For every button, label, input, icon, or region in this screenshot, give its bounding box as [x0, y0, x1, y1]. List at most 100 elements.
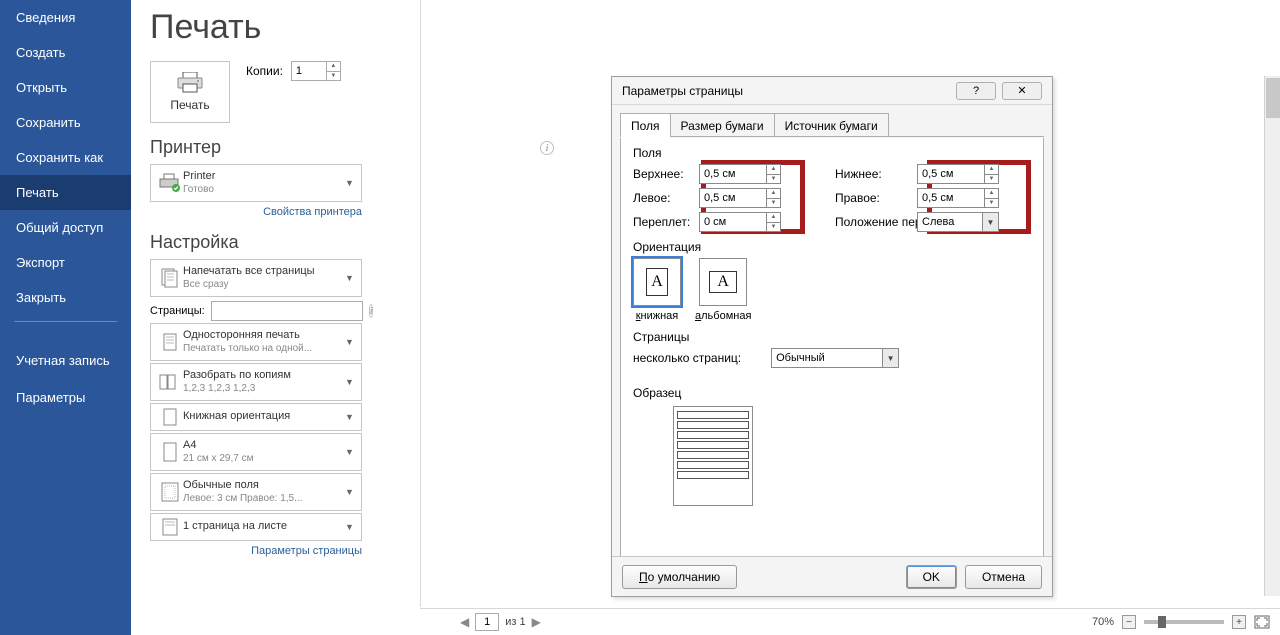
- settings-section-title: Настройка: [150, 232, 410, 253]
- pages-icon: [159, 267, 181, 289]
- chevron-down-icon: ▼: [345, 178, 357, 188]
- print-button-label: Печать: [170, 98, 209, 112]
- orientation-landscape[interactable]: A альбомная: [695, 258, 751, 322]
- gutter-pos-label: Положение переплета:: [795, 215, 917, 229]
- page-navigator: ◀ из 1 ▶: [460, 613, 541, 631]
- print-button[interactable]: Печать: [150, 61, 230, 123]
- pages-input[interactable]: [211, 301, 363, 321]
- zoom-out-button[interactable]: −: [1122, 615, 1136, 629]
- portrait-icon: [162, 407, 178, 427]
- sidebar-item-export[interactable]: Экспорт: [0, 245, 131, 280]
- sidebar-separator: [14, 321, 117, 322]
- sidebar-item-save[interactable]: Сохранить: [0, 105, 131, 140]
- dialog-tab-panel: Поля Верхнее: ▲▼ Нижнее: ▲▼ Левое: ▲▼ Пр…: [620, 138, 1044, 588]
- help-button[interactable]: ?: [956, 82, 996, 100]
- collate-icon: [158, 371, 182, 393]
- cancel-button[interactable]: Отмена: [965, 565, 1042, 589]
- multi-pages-label: несколько страниц:: [633, 351, 741, 365]
- sidebar-item-share[interactable]: Общий доступ: [0, 210, 131, 245]
- dialog-title: Параметры страницы: [622, 84, 743, 98]
- page-setup-dialog: Параметры страницы ? ✕ Поля Размер бумаг…: [611, 76, 1053, 597]
- margin-bottom-label: Нижнее:: [795, 167, 917, 181]
- margin-left-spinner[interactable]: ▲▼: [699, 188, 781, 208]
- print-what-dropdown[interactable]: Напечатать все страницыВсе сразу ▼: [150, 259, 362, 297]
- sidebar-item-print[interactable]: Печать: [0, 175, 131, 210]
- duplex-dropdown[interactable]: Односторонняя печатьПечатать только на о…: [150, 323, 362, 361]
- page-number-input[interactable]: [475, 613, 499, 631]
- zoom-controls: 70% − +: [1092, 615, 1270, 629]
- spin-down-icon[interactable]: ▼: [327, 72, 340, 81]
- gutter-pos-combo[interactable]: Слева▼: [917, 212, 999, 232]
- sidebar-item-open[interactable]: Открыть: [0, 70, 131, 105]
- sample-preview: [673, 406, 753, 506]
- single-side-icon: [159, 331, 181, 353]
- sidebar-item-saveas[interactable]: Сохранить как: [0, 140, 131, 175]
- sidebar-item-account[interactable]: Учетная запись: [0, 342, 131, 380]
- close-button[interactable]: ✕: [1002, 82, 1042, 100]
- chevron-down-icon: ▼: [345, 412, 357, 422]
- chevron-down-icon: ▼: [345, 522, 357, 532]
- zoom-slider[interactable]: [1144, 620, 1224, 624]
- sidebar-item-info[interactable]: Сведения: [0, 0, 131, 35]
- chevron-down-icon: ▼: [345, 377, 357, 387]
- margin-right-label: Правое:: [795, 191, 917, 205]
- default-button[interactable]: По умолчанию: [622, 565, 737, 589]
- page-setup-link[interactable]: Параметры страницы: [150, 545, 362, 557]
- per-sheet-icon: [161, 517, 179, 537]
- prev-page-button[interactable]: ◀: [460, 615, 469, 629]
- info-icon[interactable]: i: [369, 304, 374, 318]
- dialog-footer: По умолчанию OK Отмена: [612, 556, 1052, 596]
- orientation-label: Ориентация: [633, 240, 1031, 254]
- zoom-label: 70%: [1092, 616, 1114, 628]
- chevron-down-icon: ▼: [345, 337, 357, 347]
- per-sheet-dropdown[interactable]: 1 страница на листе ▼: [150, 513, 362, 541]
- chevron-down-icon: ▼: [345, 273, 357, 283]
- printer-properties-link[interactable]: Свойства принтера: [150, 206, 362, 218]
- collate-dropdown[interactable]: Разобрать по копиям1,2,3 1,2,3 1,2,3 ▼: [150, 363, 362, 401]
- orientation-dropdown[interactable]: Книжная ориентация ▼: [150, 403, 362, 431]
- dialog-tabs: Поля Размер бумаги Источник бумаги: [612, 105, 1052, 137]
- margin-top-label: Верхнее:: [633, 167, 699, 181]
- spin-up-icon[interactable]: ▲: [327, 62, 340, 72]
- printer-icon: [176, 72, 204, 94]
- zoom-in-button[interactable]: +: [1232, 615, 1246, 629]
- margins-group-label: Поля: [633, 146, 1031, 160]
- chevron-down-icon: ▼: [345, 487, 357, 497]
- printer-section-title: Принтер i: [150, 137, 410, 158]
- margin-top-spinner[interactable]: ▲▼: [699, 164, 781, 184]
- page-of-label: из 1: [505, 616, 525, 628]
- print-panel: Печать Печать Копии: ▲▼ Принтер i Printe…: [150, 0, 410, 557]
- margin-bottom-spinner[interactable]: ▲▼: [917, 164, 999, 184]
- tab-paper-size[interactable]: Размер бумаги: [670, 113, 774, 137]
- fit-page-icon[interactable]: [1254, 615, 1270, 629]
- sample-label: Образец: [633, 386, 1031, 400]
- sidebar-item-new[interactable]: Создать: [0, 35, 131, 70]
- paper-dropdown[interactable]: A421 см x 29,7 см ▼: [150, 433, 362, 471]
- gutter-spinner[interactable]: ▲▼: [699, 212, 781, 232]
- sidebar-item-close[interactable]: Закрыть: [0, 280, 131, 315]
- orientation-portrait[interactable]: A книжная: [633, 258, 681, 322]
- margin-left-label: Левое:: [633, 191, 699, 205]
- tab-margins[interactable]: Поля: [620, 113, 670, 137]
- backstage-sidebar: Сведения Создать Открыть Сохранить Сохра…: [0, 0, 131, 635]
- paper-icon: [162, 441, 178, 463]
- tab-paper-source[interactable]: Источник бумаги: [774, 113, 889, 137]
- page-title: Печать: [150, 0, 410, 61]
- copies-spinner[interactable]: ▲▼: [291, 61, 341, 81]
- multi-pages-combo[interactable]: Обычный▼: [771, 348, 899, 368]
- copies-label: Копии:: [246, 64, 283, 78]
- sidebar-item-options[interactable]: Параметры: [0, 380, 131, 415]
- printer-ready-icon: [158, 173, 182, 193]
- copies-input[interactable]: [292, 62, 326, 80]
- chevron-down-icon: ▼: [345, 447, 357, 457]
- margin-right-spinner[interactable]: ▲▼: [917, 188, 999, 208]
- next-page-button[interactable]: ▶: [532, 615, 541, 629]
- vertical-scrollbar[interactable]: [1264, 76, 1280, 596]
- preview-statusbar: ◀ из 1 ▶ 70% − +: [420, 608, 1280, 635]
- pages-label: Страницы:: [150, 305, 205, 317]
- dialog-titlebar: Параметры страницы ? ✕: [612, 77, 1052, 105]
- ok-button[interactable]: OK: [906, 565, 957, 589]
- printer-dropdown[interactable]: PrinterГотово ▼: [150, 164, 362, 202]
- pages-group-label: Страницы: [633, 330, 1031, 344]
- margins-dropdown[interactable]: Обычные поляЛевое: 3 см Правое: 1,5... ▼: [150, 473, 362, 511]
